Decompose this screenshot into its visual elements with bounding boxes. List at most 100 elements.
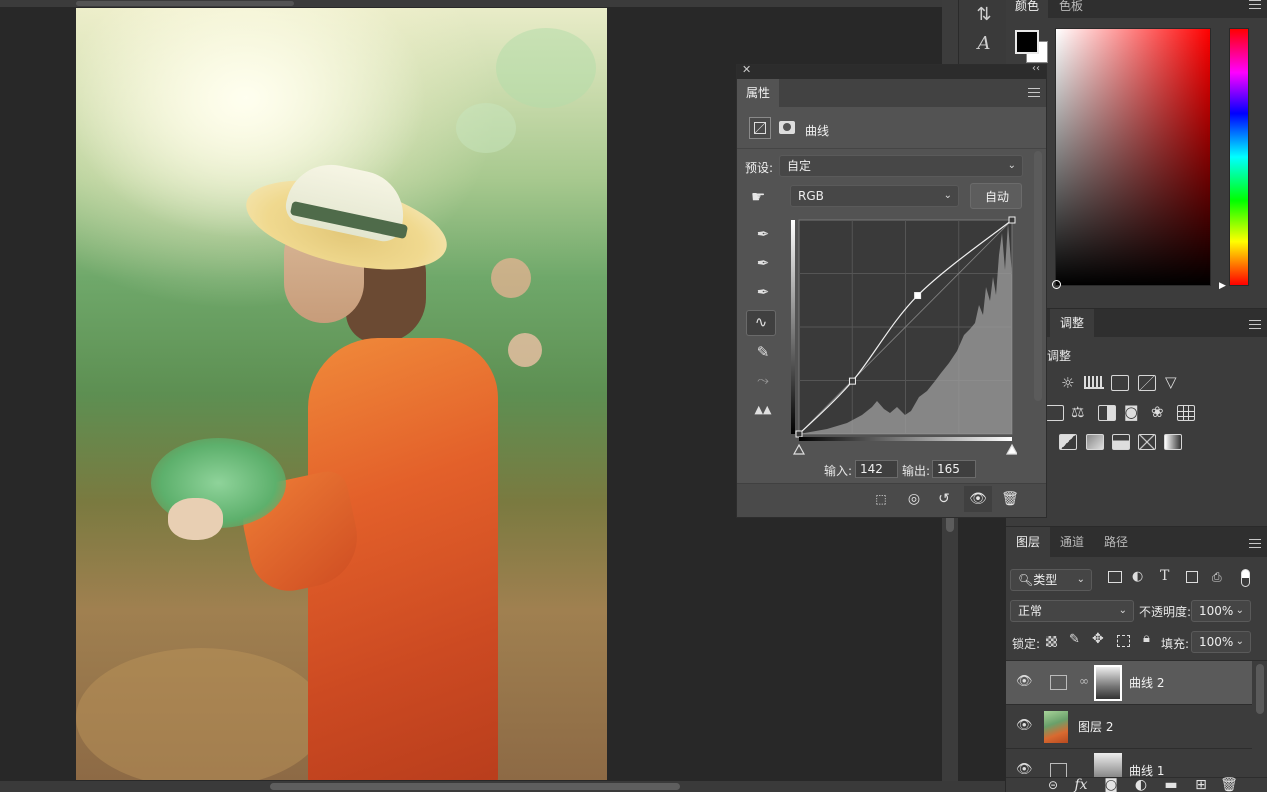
color-balance-icon[interactable]: ⚖ [1071,403,1084,421]
opacity-field[interactable]: 100% ⌄ [1191,600,1251,622]
tab-paths[interactable]: 路径 [1094,527,1138,557]
fill-field[interactable]: 100% ⌄ [1191,631,1251,653]
curve-control-point[interactable] [795,430,803,438]
invert-icon[interactable] [1059,434,1077,450]
color-saturation-field[interactable] [1052,28,1211,289]
black-white-icon[interactable] [1098,405,1116,421]
tab-properties[interactable]: 属性 [737,79,779,107]
lock-paint-icon[interactable]: ✎ [1069,632,1080,647]
link-chain-icon[interactable]: ∞ [1079,674,1089,688]
auto-button[interactable]: 自动 [970,183,1022,209]
selective-color-icon[interactable] [1138,434,1156,450]
scroll-thumb[interactable] [270,783,680,790]
gray-point-eyedropper-icon[interactable]: ✒︎ [751,252,775,274]
tab-color[interactable]: 颜色 [1006,0,1049,18]
panel-menu-icon[interactable] [1249,0,1261,10]
curves-graph-svg[interactable] [787,215,1019,455]
tab-layers[interactable]: 图层 [1006,527,1051,557]
layer-mask-thumbnail[interactable] [1094,665,1122,701]
link-layers-icon[interactable]: ⊝ [1042,772,1064,792]
target-adjustment-hand-icon[interactable]: ☛ [751,187,765,206]
lock-transparent-icon[interactable] [1046,636,1057,647]
hue-slider-handle-icon[interactable]: ▶ [1219,281,1226,291]
tab-channels[interactable]: 通道 [1050,527,1094,557]
hue-saturation-icon[interactable] [1046,405,1064,421]
filter-type-icon[interactable]: T [1160,568,1169,584]
new-layer-icon[interactable]: ⊞ [1190,772,1212,792]
character-icon[interactable]: A [973,33,995,55]
curve-control-point[interactable] [914,292,922,300]
add-mask-icon[interactable]: ◙ [1100,772,1122,792]
filter-smart-object-icon[interactable]: ⎙ [1212,570,1222,585]
foreground-color-swatch[interactable] [1015,30,1039,54]
layer-thumbnail[interactable] [1044,711,1068,743]
lock-artboard-icon[interactable] [1117,635,1130,647]
photo-filter-icon[interactable]: ◙ [1124,403,1139,421]
color-lookup-icon[interactable] [1177,405,1195,421]
curve-control-point[interactable] [1008,216,1016,224]
threshold-icon[interactable] [1112,434,1130,450]
clipping-warning-icon[interactable]: ▲▲ [751,399,775,421]
filter-toggle-switch[interactable] [1241,569,1250,587]
curve-control-point[interactable] [848,377,856,385]
clip-to-layer-icon[interactable]: ⬚ [870,486,892,512]
layer-row[interactable]: 👁︎ 图层 2 [1006,705,1252,749]
canvas-top-scrollbar[interactable] [0,0,942,7]
delete-layer-icon[interactable]: 🗑︎ [1218,772,1240,792]
canvas-horizontal-scrollbar[interactable] [0,781,1005,792]
scroll-thumb[interactable] [76,1,294,6]
hue-slider[interactable] [1229,28,1249,286]
layer-name[interactable]: 曲线 2 [1129,674,1164,691]
close-icon[interactable]: ✕ [742,63,751,76]
new-group-icon[interactable]: ▬ [1160,772,1182,792]
mask-icon[interactable] [779,121,795,134]
filter-adjustment-icon[interactable]: ◐ [1132,569,1143,584]
fx-icon[interactable]: fx [1070,772,1092,792]
vibrance-icon[interactable]: ▽ [1165,373,1177,391]
properties-scrollbar[interactable] [1034,151,1042,401]
input-field[interactable]: 142 [855,460,898,478]
new-adjustment-icon[interactable]: ◐ [1130,772,1152,792]
visibility-eye-icon[interactable]: 👁︎ [1016,763,1033,777]
panel-menu-icon[interactable] [1249,539,1261,549]
curves-icon[interactable] [1111,375,1129,391]
posterize-icon[interactable] [1086,434,1104,450]
white-point-eyedropper-icon[interactable]: ✒︎ [751,281,775,303]
document-canvas[interactable] [76,8,607,780]
collapse-icon[interactable]: ‹‹ [1032,63,1040,74]
blend-mode-dropdown[interactable]: 正常 ⌄ [1010,600,1134,622]
visibility-eye-icon[interactable]: 👁︎ [1016,719,1033,733]
levels-icon[interactable] [1084,376,1104,389]
exposure-icon[interactable] [1138,375,1156,391]
color-picker-marker[interactable] [1052,280,1061,289]
point-curve-tool-icon[interactable]: ∿ [746,310,776,336]
view-previous-state-icon[interactable]: ◎ [903,486,925,512]
history-icon[interactable]: ⇅ [973,4,995,26]
preset-dropdown[interactable]: 自定 ⌄ [779,155,1023,177]
tab-swatches[interactable]: 色板 [1050,0,1092,18]
filter-shape-icon[interactable] [1186,571,1198,583]
layer-filter-dropdown[interactable]: 🔍︎类型 ⌄ [1010,569,1092,591]
delete-adjustment-icon[interactable]: 🗑︎ [999,486,1021,512]
layers-scrollbar[interactable] [1256,664,1264,714]
lock-all-icon[interactable]: 🔒︎ [1143,631,1150,646]
smooth-curve-icon[interactable]: ⤳ [751,369,775,391]
channel-mixer-icon[interactable]: ❀ [1151,403,1164,421]
toggle-visibility-eye-icon[interactable]: 👁︎ [964,486,992,512]
lock-position-icon[interactable]: ✥ [1092,631,1104,647]
panel-menu-icon[interactable] [1249,320,1261,330]
black-point-eyedropper-icon[interactable]: ✒︎ [751,223,775,245]
tab-adjustments[interactable]: 调整 [1050,309,1095,337]
reset-icon[interactable]: ↺ [933,486,955,512]
channel-dropdown[interactable]: RGB ⌄ [790,185,959,207]
gradient-map-icon[interactable] [1164,434,1182,450]
visibility-eye-icon[interactable]: 👁︎ [1016,675,1033,689]
filter-pixel-icon[interactable] [1108,571,1122,583]
layer-name[interactable]: 图层 2 [1078,718,1113,735]
curves-graph[interactable] [787,215,1019,455]
brightness-contrast-icon[interactable]: ☼ [1061,374,1074,392]
layer-row[interactable]: 👁︎ ∞ 曲线 2 [1006,661,1252,705]
pencil-curve-tool-icon[interactable]: ✎ [751,341,775,363]
panel-menu-icon[interactable] [1028,88,1040,98]
output-field[interactable]: 165 [932,460,976,478]
